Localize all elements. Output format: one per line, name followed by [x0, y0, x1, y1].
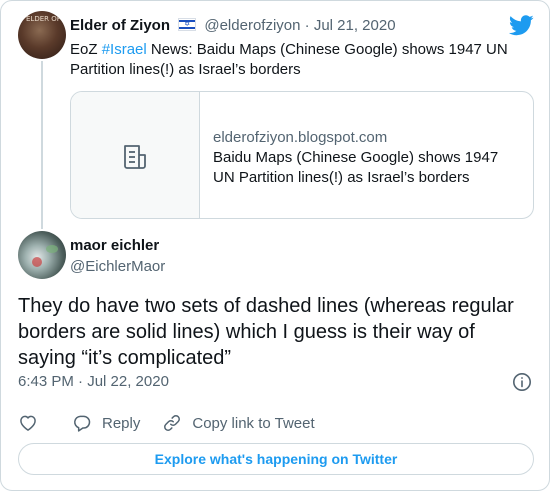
reply-author-avatar[interactable] — [18, 231, 66, 279]
parent-tweet-date[interactable]: Jul 21, 2020 — [314, 17, 396, 34]
link-card-thumbnail — [71, 92, 200, 218]
parent-tweet-header: Elder of Ziyon ✡ @elderofziyon · Jul 21,… — [70, 17, 396, 34]
header-separator: · — [304, 17, 310, 34]
link-preview-card[interactable]: elderofziyon.blogspot.com Baidu Maps (Ch… — [70, 91, 534, 219]
avatar-detail — [32, 257, 42, 267]
avatar-caption: ELDER OF — [26, 15, 61, 23]
link-card-text: elderofziyon.blogspot.com Baidu Maps (Ch… — [213, 128, 523, 188]
reply-button[interactable]: Reply — [72, 413, 140, 433]
hashtag-link[interactable]: #Israel — [102, 41, 147, 58]
copy-link-label: Copy link to Tweet — [192, 414, 315, 432]
reply-label: Reply — [102, 414, 141, 432]
link-icon — [164, 415, 181, 431]
parent-text-prefix: EoZ — [70, 41, 102, 58]
parent-author-avatar[interactable]: ELDER OF — [18, 11, 66, 59]
like-button[interactable] — [18, 413, 38, 433]
tweet-action-bar: Reply Copy link to Tweet — [18, 412, 337, 434]
copy-link-button[interactable]: Copy link to Tweet — [162, 413, 315, 433]
explore-twitter-button[interactable]: Explore what's happening on Twitter — [18, 443, 534, 475]
parent-author-name[interactable]: Elder of Ziyon — [70, 17, 170, 34]
tweet-embed-card: ELDER OF Elder of Ziyon ✡ @elderofziyon … — [0, 0, 550, 491]
reply-author-handle[interactable]: @EichlerMaor — [70, 258, 165, 275]
parent-author-handle[interactable]: @elderofziyon — [204, 17, 300, 34]
parent-tweet-text: EoZ #Israel News: Baidu Maps (Chinese Go… — [70, 40, 530, 80]
document-icon — [124, 145, 146, 169]
twitter-bird-icon[interactable] — [509, 15, 534, 36]
reply-timestamp[interactable]: 6:43 PM · Jul 22, 2020 — [18, 373, 169, 390]
reply-author-name[interactable]: maor eichler — [70, 237, 159, 254]
heart-icon — [20, 415, 36, 431]
link-card-domain: elderofziyon.blogspot.com — [213, 129, 388, 146]
reply-tweet-text: They do have two sets of dashed lines (w… — [18, 295, 514, 369]
thread-connector-line — [41, 61, 43, 229]
avatar-detail — [46, 245, 58, 253]
info-icon[interactable] — [512, 372, 532, 392]
israel-flag-icon: ✡ — [178, 18, 197, 31]
reply-bubble-icon — [74, 415, 91, 432]
link-card-title: Baidu Maps (Chinese Google) shows 1947 U… — [213, 149, 499, 186]
